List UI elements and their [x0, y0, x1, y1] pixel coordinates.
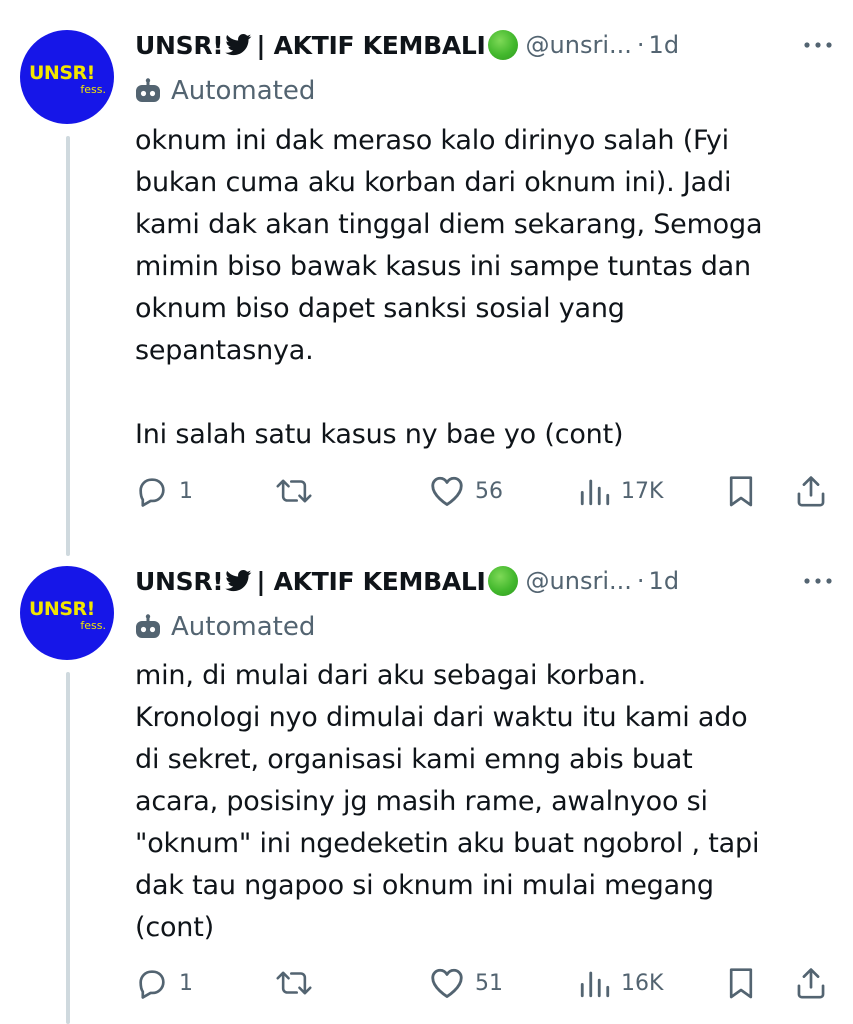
bookmark-button[interactable] [727, 471, 755, 511]
display-name-suffix[interactable]: | AKTIF KEMBALI [256, 31, 485, 60]
tweet-text: oknum ini dak meraso kalo dirinyo salah … [135, 125, 763, 450]
display-name-prefix: UNSR! [135, 566, 224, 596]
views-icon [580, 971, 610, 998]
timestamp[interactable]: 1d [649, 31, 680, 59]
user-handle[interactable]: @unsri... [526, 31, 632, 59]
display-name-suffix[interactable]: | AKTIF KEMBALI [256, 567, 485, 596]
views-count: 16K [621, 970, 664, 996]
avatar-brand-text: UNSR! [29, 62, 95, 84]
tweet-actions: 1 56 17K [135, 471, 835, 511]
bookmark-icon [729, 968, 753, 999]
views-button[interactable]: 16K [579, 963, 663, 1003]
display-name[interactable]: UNSR! [135, 30, 224, 60]
reply-icon [139, 970, 165, 999]
thread-connector-line [66, 136, 70, 556]
reply-button[interactable]: 1 [135, 963, 193, 1003]
bird-icon [225, 570, 252, 592]
thread-connector-line [66, 672, 70, 1024]
share-icon [797, 476, 825, 507]
like-button[interactable]: 56 [429, 471, 503, 511]
robot-icon [136, 78, 160, 102]
heart-icon [431, 476, 463, 506]
more-icon[interactable] [803, 39, 833, 51]
like-count: 51 [475, 970, 503, 996]
tweet-header: UNSR! | AKTIF KEMBALI @unsri... · 1d [135, 25, 833, 65]
automated-badge[interactable]: Automated [135, 609, 315, 645]
retweet-button[interactable] [275, 471, 323, 511]
retweet-icon [276, 971, 312, 995]
automated-label: Automated [171, 76, 316, 106]
share-button[interactable] [795, 471, 827, 511]
green-circle-icon [487, 566, 518, 596]
retweet-button[interactable] [275, 963, 323, 1003]
reply-count: 1 [179, 970, 193, 996]
retweet-icon [276, 479, 312, 503]
share-icon [797, 968, 825, 999]
avatar-brand-text: UNSR! [29, 598, 95, 620]
automated-badge[interactable]: Automated [135, 73, 315, 109]
tweet-header: UNSR! | AKTIF KEMBALI @unsri... · 1d [135, 561, 833, 601]
green-circle-icon [487, 30, 518, 60]
robot-icon [136, 614, 160, 638]
bookmark-button[interactable] [727, 963, 755, 1003]
avatar-sub-text: fess. [80, 619, 106, 632]
bookmark-icon [729, 476, 753, 507]
tweet-actions: 1 51 16K [135, 963, 835, 1003]
views-button[interactable]: 17K [579, 471, 663, 511]
bird-icon [225, 34, 252, 56]
display-name-prefix: UNSR! [135, 30, 224, 60]
user-handle[interactable]: @unsri... [526, 567, 632, 595]
share-button[interactable] [795, 963, 827, 1003]
views-count: 17K [621, 478, 664, 504]
like-button[interactable]: 51 [429, 963, 503, 1003]
avatar[interactable]: UNSR! fess. [20, 30, 114, 124]
tweet-text: min, di mulai dari aku sebagai korban. K… [135, 660, 760, 943]
avatar[interactable]: UNSR! fess. [20, 566, 114, 660]
more-icon[interactable] [803, 575, 833, 587]
automated-label: Automated [171, 612, 316, 642]
views-icon [580, 479, 610, 506]
separator-dot: · [636, 31, 645, 59]
timestamp[interactable]: 1d [649, 567, 680, 595]
like-count: 56 [475, 478, 503, 504]
reply-icon [139, 478, 165, 507]
reply-button[interactable]: 1 [135, 471, 193, 511]
display-name[interactable]: UNSR! [135, 566, 224, 596]
reply-count: 1 [179, 478, 193, 504]
separator-dot: · [636, 567, 645, 595]
heart-icon [431, 968, 463, 998]
avatar-sub-text: fess. [80, 83, 106, 96]
